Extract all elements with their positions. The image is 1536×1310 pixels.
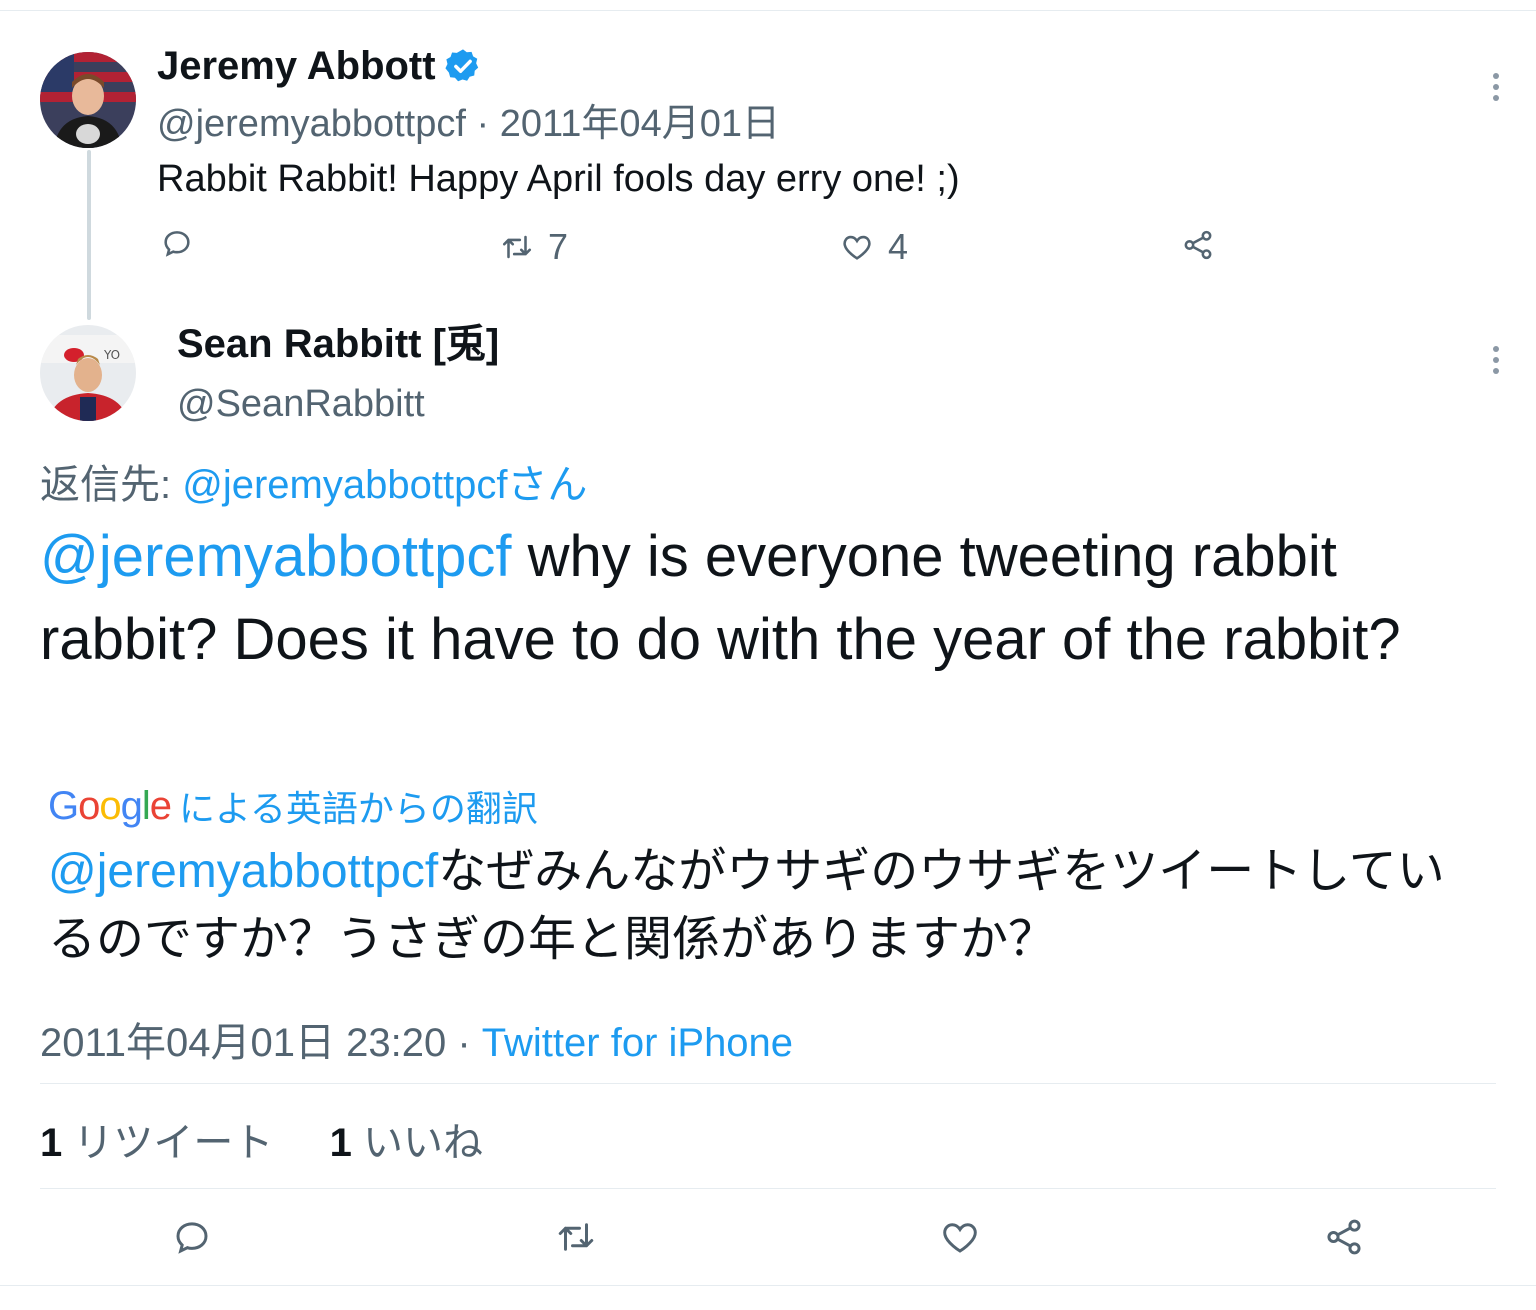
meta-separator: · [476,103,490,145]
main-author-name[interactable]: Sean Rabbitt [兎] [177,320,499,368]
thread-connector-line [87,150,91,320]
google-logo-icon: Google [48,783,172,828]
avatar-sean-rabbitt[interactable]: YO [40,325,136,421]
replying-to-link[interactable]: @jeremyabbottpcfさん [182,463,587,507]
tweet-timestamp[interactable]: 2011年04月01日 23:20 [40,1021,446,1065]
parent-tweet-text: Rabbit Rabbit! Happy April fools day err… [157,158,960,200]
parent-author-name-row: Jeremy Abbott [157,42,482,90]
svg-text:YO: YO [103,348,120,362]
main-author-handle[interactable]: @SeanRabbitt [177,381,425,427]
parent-handle-row: @jeremyabbottpcf · 2011年04月01日 [157,101,780,147]
bottom-divider [0,1285,1536,1286]
stats-bottom-divider [40,1188,1496,1189]
like-icon [943,1223,977,1253]
parent-author-name[interactable]: Jeremy Abbott [157,42,436,90]
reply-button[interactable] [171,1216,213,1263]
translation-attribution[interactable]: Google による英語からの翻訳 [48,780,538,832]
avatar-jeremy-abbott[interactable] [40,52,136,148]
parent-author-handle[interactable]: @jeremyabbottpcf [157,103,466,145]
retweet-icon [558,1223,594,1251]
retweet-stat[interactable]: 1 リツイート [40,1121,273,1165]
like-icon [843,235,871,260]
tweet-source[interactable]: Twitter for iPhone [482,1021,793,1065]
stats-top-divider [40,1083,1496,1084]
top-divider [0,10,1536,11]
parent-more-options-icon[interactable] [1486,72,1506,102]
verified-badge-icon [444,47,482,85]
parent-reply-button[interactable] [160,226,194,260]
translated-text: @jeremyabbottpcfなぜみんながウサギのウサギをツイートしているので… [48,838,1488,974]
retweet-stat-label: リツイート [73,1121,274,1165]
share-icon [1327,1219,1361,1255]
parent-retweet-count: 7 [548,226,569,267]
parent-retweet-button[interactable]: 7 [500,226,568,268]
parent-like-button[interactable]: 4 [840,226,908,268]
reply-icon [176,1222,208,1254]
main-tweet-mention[interactable]: @jeremyabbottpcf [40,524,512,589]
engagement-stats: 1 リツイート 1 いいね [40,1110,483,1168]
share-button[interactable] [1323,1216,1365,1263]
replying-to-row: 返信先: @jeremyabbottpcfさん [40,452,587,510]
like-stat-label: いいね [363,1121,483,1165]
parent-share-button[interactable] [1181,228,1215,262]
retweet-button[interactable] [555,1216,597,1263]
translation-label: による英語からの翻訳 [179,788,538,829]
parent-like-count: 4 [888,226,909,267]
like-button[interactable] [939,1216,981,1263]
main-tweet-text: @jeremyabbottpcf why is everyone tweetin… [40,515,1500,681]
tweet-meta-row: 2011年04月01日 23:20 · Twitter for iPhone [40,1010,793,1068]
retweet-stat-count: 1 [40,1121,63,1165]
meta-separator: · [457,1021,471,1065]
translated-mention[interactable]: @jeremyabbottpcf [48,845,438,898]
reply-icon [164,231,190,257]
retweet-icon [502,235,532,259]
parent-tweet-date[interactable]: 2011年04月01日 [500,103,780,145]
share-icon [1184,230,1212,260]
main-more-options-icon[interactable] [1486,345,1506,375]
replying-to-label: 返信先: [40,463,183,507]
like-stat[interactable]: 1 いいね [330,1121,483,1165]
like-stat-count: 1 [329,1121,352,1165]
